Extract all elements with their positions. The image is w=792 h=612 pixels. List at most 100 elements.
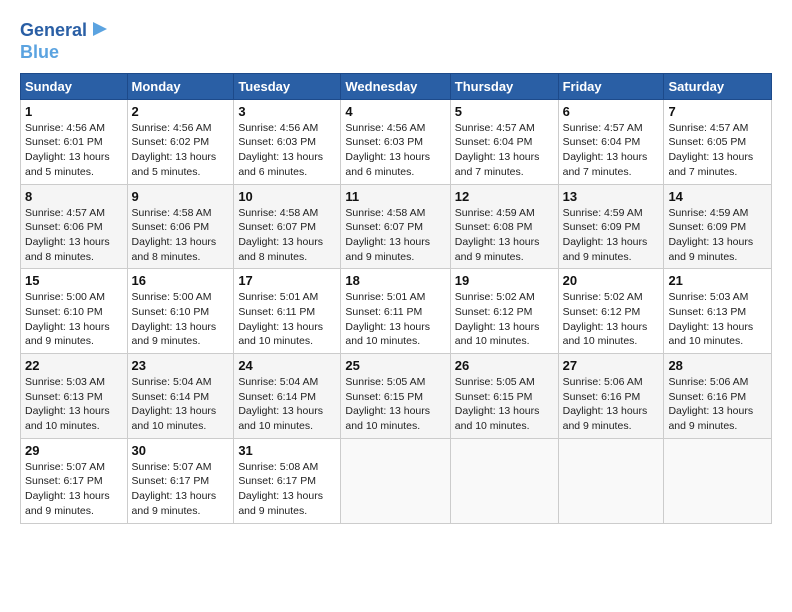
calendar-cell: 10 Sunrise: 4:58 AMSunset: 6:07 PMDayligh… — [234, 184, 341, 269]
logo-icon — [91, 20, 109, 38]
calendar-cell: 20 Sunrise: 5:02 AMSunset: 6:12 PMDayligh… — [558, 269, 664, 354]
calendar-cell — [341, 438, 450, 523]
calendar-cell: 18 Sunrise: 5:01 AMSunset: 6:11 PMDayligh… — [341, 269, 450, 354]
calendar-cell: 6 Sunrise: 4:57 AMSunset: 6:04 PMDaylight… — [558, 99, 664, 184]
day-number: 7 — [668, 104, 767, 119]
calendar-cell: 30 Sunrise: 5:07 AMSunset: 6:17 PMDayligh… — [127, 438, 234, 523]
day-number: 12 — [455, 189, 554, 204]
day-info: Sunrise: 5:02 AMSunset: 6:12 PMDaylight:… — [563, 290, 660, 349]
header: General Blue — [20, 18, 772, 63]
logo: General Blue — [20, 18, 109, 63]
calendar-cell: 5 Sunrise: 4:57 AMSunset: 6:04 PMDaylight… — [450, 99, 558, 184]
day-info: Sunrise: 4:58 AMSunset: 6:07 PMDaylight:… — [238, 206, 336, 265]
day-info: Sunrise: 5:07 AMSunset: 6:17 PMDaylight:… — [132, 460, 230, 519]
day-number: 31 — [238, 443, 336, 458]
day-info: Sunrise: 4:56 AMSunset: 6:03 PMDaylight:… — [345, 121, 445, 180]
calendar-cell: 8Sunrise: 4:57 AMSunset: 6:06 PMDaylight… — [21, 184, 128, 269]
day-info: Sunrise: 4:59 AMSunset: 6:09 PMDaylight:… — [563, 206, 660, 265]
day-info: Sunrise: 5:02 AMSunset: 6:12 PMDaylight:… — [455, 290, 554, 349]
day-number: 15 — [25, 273, 123, 288]
day-info: Sunrise: 5:06 AMSunset: 6:16 PMDaylight:… — [563, 375, 660, 434]
day-info: Sunrise: 5:00 AMSunset: 6:10 PMDaylight:… — [132, 290, 230, 349]
day-header-saturday: Saturday — [664, 73, 772, 99]
day-number: 14 — [668, 189, 767, 204]
day-number: 11 — [345, 189, 445, 204]
calendar-cell: 4 Sunrise: 4:56 AMSunset: 6:03 PMDaylight… — [341, 99, 450, 184]
day-number: 6 — [563, 104, 660, 119]
day-info: Sunrise: 5:04 AMSunset: 6:14 PMDaylight:… — [238, 375, 336, 434]
logo-text-blue: Blue — [20, 43, 59, 63]
calendar-cell: 2Sunrise: 4:56 AMSunset: 6:02 PMDaylight… — [127, 99, 234, 184]
day-number: 30 — [132, 443, 230, 458]
calendar-week-4: 22 Sunrise: 5:03 AMSunset: 6:13 PMDayligh… — [21, 354, 772, 439]
day-info: Sunrise: 5:05 AMSunset: 6:15 PMDaylight:… — [345, 375, 445, 434]
calendar-cell: 9 Sunrise: 4:58 AMSunset: 6:06 PMDaylight… — [127, 184, 234, 269]
day-info: Sunrise: 4:56 AMSunset: 6:01 PMDaylight:… — [25, 121, 123, 180]
day-info: Sunrise: 5:07 AMSunset: 6:17 PMDaylight:… — [25, 460, 123, 519]
calendar-cell: 12 Sunrise: 4:59 AMSunset: 6:08 PMDayligh… — [450, 184, 558, 269]
day-number: 17 — [238, 273, 336, 288]
day-number: 4 — [345, 104, 445, 119]
logo-text: General — [20, 21, 87, 41]
calendar-week-2: 8Sunrise: 4:57 AMSunset: 6:06 PMDaylight… — [21, 184, 772, 269]
calendar-cell: 16 Sunrise: 5:00 AMSunset: 6:10 PMDayligh… — [127, 269, 234, 354]
calendar-cell — [664, 438, 772, 523]
day-info: Sunrise: 4:57 AMSunset: 6:04 PMDaylight:… — [563, 121, 660, 180]
day-info: Sunrise: 5:01 AMSunset: 6:11 PMDaylight:… — [345, 290, 445, 349]
day-number: 16 — [132, 273, 230, 288]
day-info: Sunrise: 5:05 AMSunset: 6:15 PMDaylight:… — [455, 375, 554, 434]
day-info: Sunrise: 5:08 AMSunset: 6:17 PMDaylight:… — [238, 460, 336, 519]
day-header-monday: Monday — [127, 73, 234, 99]
day-number: 25 — [345, 358, 445, 373]
day-number: 24 — [238, 358, 336, 373]
day-info: Sunrise: 4:58 AMSunset: 6:06 PMDaylight:… — [132, 206, 230, 265]
day-info: Sunrise: 4:58 AMSunset: 6:07 PMDaylight:… — [345, 206, 445, 265]
day-info: Sunrise: 4:56 AMSunset: 6:02 PMDaylight:… — [132, 121, 230, 180]
day-number: 5 — [455, 104, 554, 119]
calendar-cell: 22 Sunrise: 5:03 AMSunset: 6:13 PMDayligh… — [21, 354, 128, 439]
calendar-cell: 17 Sunrise: 5:01 AMSunset: 6:11 PMDayligh… — [234, 269, 341, 354]
day-number: 1 — [25, 104, 123, 119]
calendar-cell: 31 Sunrise: 5:08 AMSunset: 6:17 PMDayligh… — [234, 438, 341, 523]
day-info: Sunrise: 5:00 AMSunset: 6:10 PMDaylight:… — [25, 290, 123, 349]
day-number: 9 — [132, 189, 230, 204]
calendar-cell: 21Sunrise: 5:03 AMSunset: 6:13 PMDayligh… — [664, 269, 772, 354]
day-info: Sunrise: 4:57 AMSunset: 6:04 PMDaylight:… — [455, 121, 554, 180]
calendar-cell: 23Sunrise: 5:04 AMSunset: 6:14 PMDayligh… — [127, 354, 234, 439]
day-number: 10 — [238, 189, 336, 204]
calendar-cell: 25 Sunrise: 5:05 AMSunset: 6:15 PMDayligh… — [341, 354, 450, 439]
calendar-week-5: 29 Sunrise: 5:07 AMSunset: 6:17 PMDayligh… — [21, 438, 772, 523]
calendar-cell: 24 Sunrise: 5:04 AMSunset: 6:14 PMDayligh… — [234, 354, 341, 439]
calendar-cell: 13 Sunrise: 4:59 AMSunset: 6:09 PMDayligh… — [558, 184, 664, 269]
day-number: 27 — [563, 358, 660, 373]
day-header-thursday: Thursday — [450, 73, 558, 99]
day-info: Sunrise: 4:59 AMSunset: 6:09 PMDaylight:… — [668, 206, 767, 265]
day-header-sunday: Sunday — [21, 73, 128, 99]
day-info: Sunrise: 5:06 AMSunset: 6:16 PMDaylight:… — [668, 375, 767, 434]
calendar-header-row: SundayMondayTuesdayWednesdayThursdayFrid… — [21, 73, 772, 99]
day-number: 22 — [25, 358, 123, 373]
day-info: Sunrise: 5:03 AMSunset: 6:13 PMDaylight:… — [668, 290, 767, 349]
day-header-tuesday: Tuesday — [234, 73, 341, 99]
day-info: Sunrise: 4:56 AMSunset: 6:03 PMDaylight:… — [238, 121, 336, 180]
calendar-cell: 3 Sunrise: 4:56 AMSunset: 6:03 PMDaylight… — [234, 99, 341, 184]
day-number: 8 — [25, 189, 123, 204]
page: General Blue SundayMondayTuesdayWednesda… — [0, 0, 792, 534]
calendar-cell — [450, 438, 558, 523]
day-info: Sunrise: 5:01 AMSunset: 6:11 PMDaylight:… — [238, 290, 336, 349]
day-info: Sunrise: 4:59 AMSunset: 6:08 PMDaylight:… — [455, 206, 554, 265]
day-info: Sunrise: 5:03 AMSunset: 6:13 PMDaylight:… — [25, 375, 123, 434]
day-number: 18 — [345, 273, 445, 288]
day-number: 26 — [455, 358, 554, 373]
calendar-cell: 29 Sunrise: 5:07 AMSunset: 6:17 PMDayligh… — [21, 438, 128, 523]
day-number: 29 — [25, 443, 123, 458]
day-info: Sunrise: 5:04 AMSunset: 6:14 PMDaylight:… — [132, 375, 230, 434]
day-number: 13 — [563, 189, 660, 204]
day-header-friday: Friday — [558, 73, 664, 99]
day-number: 19 — [455, 273, 554, 288]
calendar-cell: 1 Sunrise: 4:56 AMSunset: 6:01 PMDaylight… — [21, 99, 128, 184]
calendar-cell: 15 Sunrise: 5:00 AMSunset: 6:10 PMDayligh… — [21, 269, 128, 354]
calendar-cell: 14 Sunrise: 4:59 AMSunset: 6:09 PMDayligh… — [664, 184, 772, 269]
day-number: 3 — [238, 104, 336, 119]
day-number: 20 — [563, 273, 660, 288]
